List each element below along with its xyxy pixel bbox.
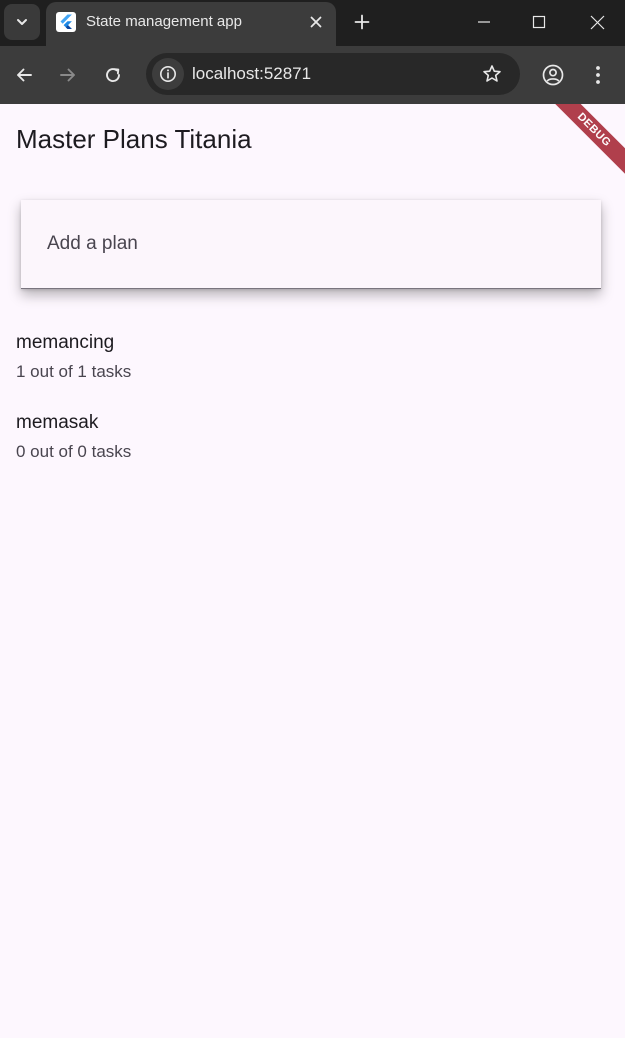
plan-list-item[interactable]: memasak 0 out of 0 tasks xyxy=(0,406,625,486)
add-plan-input[interactable] xyxy=(45,228,569,260)
browser-toolbar: localhost:52871 xyxy=(0,46,625,104)
bookmark-button[interactable] xyxy=(480,62,504,86)
reload-button[interactable] xyxy=(97,59,129,91)
flutter-logo-icon xyxy=(56,12,76,32)
address-bar[interactable]: localhost:52871 xyxy=(146,53,520,95)
tab-search-button[interactable] xyxy=(4,4,40,40)
close-icon xyxy=(310,16,322,28)
reload-icon xyxy=(106,68,120,82)
account-circle-icon xyxy=(542,64,564,86)
back-button[interactable] xyxy=(8,59,40,91)
debug-banner: DEBUG xyxy=(541,104,625,183)
new-tab-button[interactable] xyxy=(348,8,376,36)
close-icon xyxy=(590,15,604,29)
maximize-icon xyxy=(532,15,546,29)
profile-button[interactable] xyxy=(537,59,569,91)
tab-title: State management app xyxy=(86,13,242,30)
info-icon xyxy=(160,66,176,82)
window-minimize-button[interactable] xyxy=(466,6,502,38)
forward-button[interactable] xyxy=(52,59,84,91)
browser-tabstrip: State management app xyxy=(0,0,625,46)
url-text: localhost:52871 xyxy=(192,64,312,83)
chevron-down-icon xyxy=(17,19,27,25)
window-maximize-button[interactable] xyxy=(521,6,557,38)
plan-progress: 0 out of 0 tasks xyxy=(16,442,132,461)
app-page: Master Plans Titania DEBUG memancing 1 o… xyxy=(0,104,625,1038)
browser-menu-button[interactable] xyxy=(582,59,614,91)
site-info-button[interactable] xyxy=(152,58,184,90)
minimize-icon xyxy=(478,21,490,23)
app-title: Master Plans Titania xyxy=(16,124,252,154)
plan-title: memancing xyxy=(16,332,115,353)
plan-list-item[interactable]: memancing 1 out of 1 tasks xyxy=(0,326,625,406)
browser-tab-active[interactable]: State management app xyxy=(46,2,336,46)
plan-list: memancing 1 out of 1 tasks memasak 0 out… xyxy=(0,326,625,486)
arrow-left-icon xyxy=(17,68,32,82)
tab-close-button[interactable] xyxy=(304,10,328,34)
plus-icon xyxy=(354,14,370,30)
star-icon xyxy=(483,65,501,82)
arrow-right-icon xyxy=(60,68,75,82)
add-plan-card xyxy=(21,200,601,289)
plan-title: memasak xyxy=(16,412,99,433)
plan-progress: 1 out of 1 tasks xyxy=(16,362,132,381)
window-close-button[interactable] xyxy=(579,6,615,38)
more-vert-icon xyxy=(596,66,600,84)
